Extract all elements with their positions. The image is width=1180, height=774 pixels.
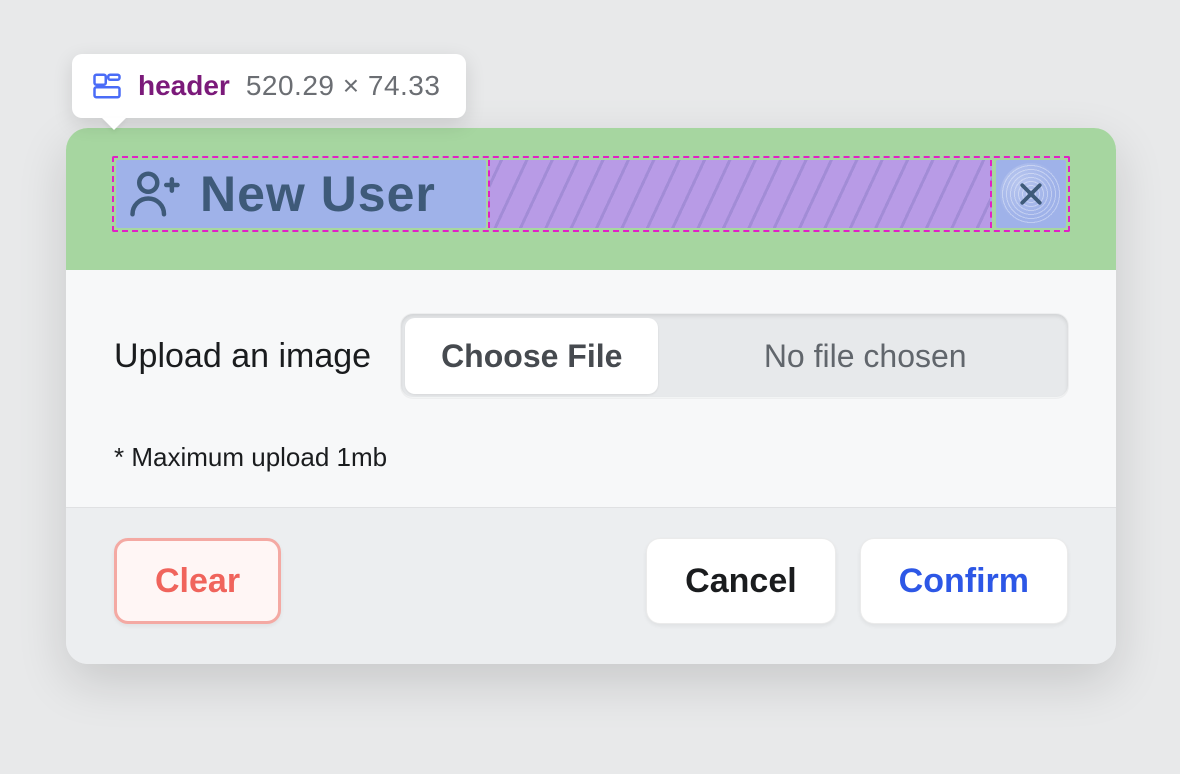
clear-button[interactable]: Clear — [114, 538, 281, 624]
upload-hint: * Maximum upload 1mb — [114, 442, 1068, 473]
devtools-element-dimensions: 520.29 × 74.33 — [246, 70, 441, 102]
header-title-region: New User — [116, 160, 486, 228]
upload-label: Upload an image — [114, 337, 371, 376]
flex-layout-icon — [92, 71, 122, 101]
cancel-button[interactable]: Cancel — [646, 538, 836, 624]
user-plus-icon — [128, 167, 182, 221]
close-button[interactable] — [1000, 163, 1062, 225]
inspected-header-box: New User — [112, 156, 1070, 232]
file-status: No file chosen — [662, 314, 1068, 398]
confirm-button[interactable]: Confirm — [860, 538, 1068, 624]
dialog-footer: Clear Cancel Confirm — [66, 507, 1116, 664]
file-input[interactable]: Choose File No file chosen — [401, 314, 1068, 398]
upload-row: Upload an image Choose File No file chos… — [114, 314, 1068, 398]
dialog-title: New User — [200, 165, 436, 223]
header-close-region — [996, 160, 1066, 228]
new-user-dialog: New User Upload an image Choose File No … — [66, 128, 1116, 664]
devtools-element-name: header — [138, 70, 230, 102]
dialog-header: New User — [66, 128, 1116, 270]
close-icon — [1016, 179, 1046, 209]
choose-file-button[interactable]: Choose File — [405, 318, 658, 394]
devtools-element-tooltip: header 520.29 × 74.33 — [72, 54, 466, 118]
header-flex-gap-overlay — [488, 160, 992, 228]
dialog-body: Upload an image Choose File No file chos… — [66, 270, 1116, 507]
